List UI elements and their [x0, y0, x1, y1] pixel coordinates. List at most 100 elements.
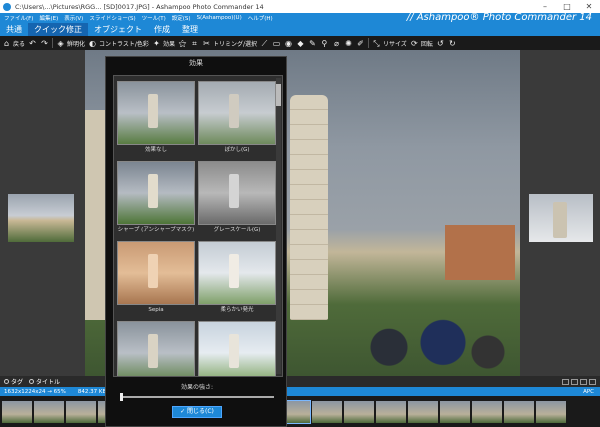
filmstrip-thumb[interactable] [66, 400, 96, 423]
view-mode-icon[interactable] [562, 378, 569, 385]
effect-preview [117, 161, 195, 225]
effect-preview [198, 161, 276, 225]
effect-sepia[interactable]: Sepia [117, 241, 195, 315]
slider-handle[interactable] [120, 393, 123, 401]
filmstrip-thumb[interactable] [504, 400, 534, 423]
close-icon[interactable]: ✕ [578, 2, 600, 11]
back-button[interactable]: ⌂ 戻る [2, 39, 25, 48]
effect-label: ぼかし(G) [224, 147, 250, 153]
undo-icon[interactable]: ↶ [28, 39, 37, 48]
app-icon [3, 2, 11, 11]
effect-tile[interactable] [198, 321, 276, 376]
tab-quick-fix[interactable]: クイック修正 [28, 23, 88, 36]
rotate-right-icon[interactable]: ↻ [448, 39, 457, 48]
tab-create[interactable]: 作成 [148, 23, 176, 36]
menu-file[interactable]: ファイル(F) [4, 14, 33, 22]
effect-none[interactable]: 効果なし [117, 81, 195, 155]
photo-leaning-tower [290, 95, 328, 320]
filmstrip: ⚲ [0, 396, 600, 427]
rotate-label: 回転 [420, 40, 433, 48]
ribbon-tabs: 共通 クイック修正 オブジェクト 作成 整理 [0, 23, 600, 36]
effect-label: グレースケール(G) [213, 227, 261, 233]
straighten-icon[interactable]: ⟋ [260, 39, 269, 48]
effects-icon: ✦ [153, 38, 160, 48]
bottom-bar: タグ タイトル [0, 376, 600, 387]
pin-icon[interactable]: ⚲ [320, 39, 329, 48]
effect-tile[interactable] [117, 321, 195, 376]
menu-tools[interactable]: ツール(T) [142, 14, 166, 22]
rotate-left-icon[interactable]: ↺ [436, 39, 445, 48]
maximize-icon[interactable]: □ [556, 2, 578, 11]
title-toggle[interactable]: タイトル [29, 377, 60, 386]
close-button[interactable]: ✓ 閉じる(C) [172, 406, 222, 418]
menu-view[interactable]: 表示(V) [64, 14, 83, 22]
effect-label: シャープ (アンシャープマスク) [117, 227, 195, 233]
tab-organize[interactable]: 整理 [176, 23, 204, 36]
filmstrip-thumb[interactable] [2, 400, 32, 423]
redo-icon[interactable]: ↷ [40, 39, 49, 48]
filmstrip-thumb[interactable] [536, 400, 566, 423]
eye-icon[interactable]: ◉ [284, 39, 293, 48]
sparkle-icon[interactable]: ✺ [344, 39, 353, 48]
previous-image-pane[interactable] [0, 50, 85, 376]
contrast-label: コントラスト/色彩 [99, 40, 149, 48]
menu-ashampoo[interactable]: S(Ashampoo)(U) [197, 15, 242, 21]
effects-scrollbar[interactable] [276, 78, 281, 374]
brand-logo: // Ashampoo® Photo Commander 14 [406, 12, 592, 23]
contrast-icon: ◐ [89, 38, 97, 48]
eraser-icon[interactable]: ◆ [296, 39, 305, 48]
effect-preview [117, 241, 195, 305]
menu-edit[interactable]: 編集(E) [39, 14, 58, 22]
dropper-icon[interactable]: ⌀ [332, 39, 341, 48]
rotate-button[interactable]: ⟳ 回転 [410, 39, 433, 48]
title-label: タイトル [36, 379, 61, 386]
tag-toggle[interactable]: タグ [4, 377, 23, 386]
filmstrip-thumb[interactable] [312, 400, 342, 423]
home-icon: ⌂ [3, 38, 10, 48]
brush-icon[interactable]: ✎ [308, 39, 317, 48]
view-mode-icon[interactable] [571, 378, 578, 385]
effect-label: 柔らかい発光 [220, 307, 254, 313]
separator [367, 38, 369, 48]
filmstrip-thumb[interactable] [344, 400, 374, 423]
view-mode-buttons [562, 378, 596, 385]
effect-blur[interactable]: ぼかし(G) [198, 81, 276, 155]
pen-icon[interactable]: ✐ [356, 39, 365, 48]
effects-dialog: 効果 効果なし ぼかし(G) シャープ (アンシャープマスク) グレースケール(… [105, 56, 287, 427]
view-mode-icon[interactable] [580, 378, 587, 385]
sharpen-button[interactable]: ◈ 鮮明化 [56, 39, 85, 48]
crop-icon[interactable]: ⌗ [190, 39, 199, 48]
radio-icon [29, 379, 35, 384]
tab-object[interactable]: オブジェクト [88, 23, 148, 36]
menu-settings[interactable]: 設定(S) [172, 14, 191, 22]
tab-common[interactable]: 共通 [0, 23, 28, 36]
filmstrip-thumb[interactable] [408, 400, 438, 423]
minimize-icon[interactable]: – [534, 2, 556, 11]
view-mode-icon[interactable] [589, 378, 596, 385]
window-title: C:\Users\...\Pictures\RGG... [SD]0017.JP… [15, 2, 264, 11]
menu-help[interactable]: ヘルプ(H) [248, 14, 273, 22]
radio-icon [4, 379, 9, 384]
trim-button[interactable]: ✂ トリミング/選択 [202, 39, 257, 48]
select-icon[interactable]: ▭ [272, 39, 281, 48]
filmstrip-thumb[interactable] [440, 400, 470, 423]
effect-soft-glow[interactable]: 柔らかい発光 [198, 241, 276, 315]
scrollbar-thumb[interactable] [276, 84, 281, 106]
menu-slideshow[interactable]: スライドショー(S) [89, 14, 135, 22]
filmstrip-thumb[interactable] [34, 400, 64, 423]
filmstrip-thumb[interactable] [376, 400, 406, 423]
effect-grayscale[interactable]: グレースケール(G) [198, 161, 276, 235]
next-image-thumbnail[interactable] [529, 194, 593, 242]
next-image-pane[interactable] [520, 50, 600, 376]
wand-icon[interactable]: ⚝ [178, 39, 187, 48]
back-label: 戻る [13, 40, 26, 48]
resize-button[interactable]: ⤡ リサイズ [372, 39, 407, 48]
previous-image-thumbnail[interactable] [8, 194, 74, 242]
effect-sharpen[interactable]: シャープ (アンシャープマスク) [117, 161, 195, 235]
contrast-button[interactable]: ◐ コントラスト/色彩 [88, 39, 149, 48]
photo-building [445, 225, 515, 280]
effect-preview [198, 81, 276, 145]
effects-button[interactable]: ✦ 効果 [152, 39, 175, 48]
filmstrip-thumb[interactable] [472, 400, 502, 423]
strength-slider[interactable] [120, 393, 274, 401]
